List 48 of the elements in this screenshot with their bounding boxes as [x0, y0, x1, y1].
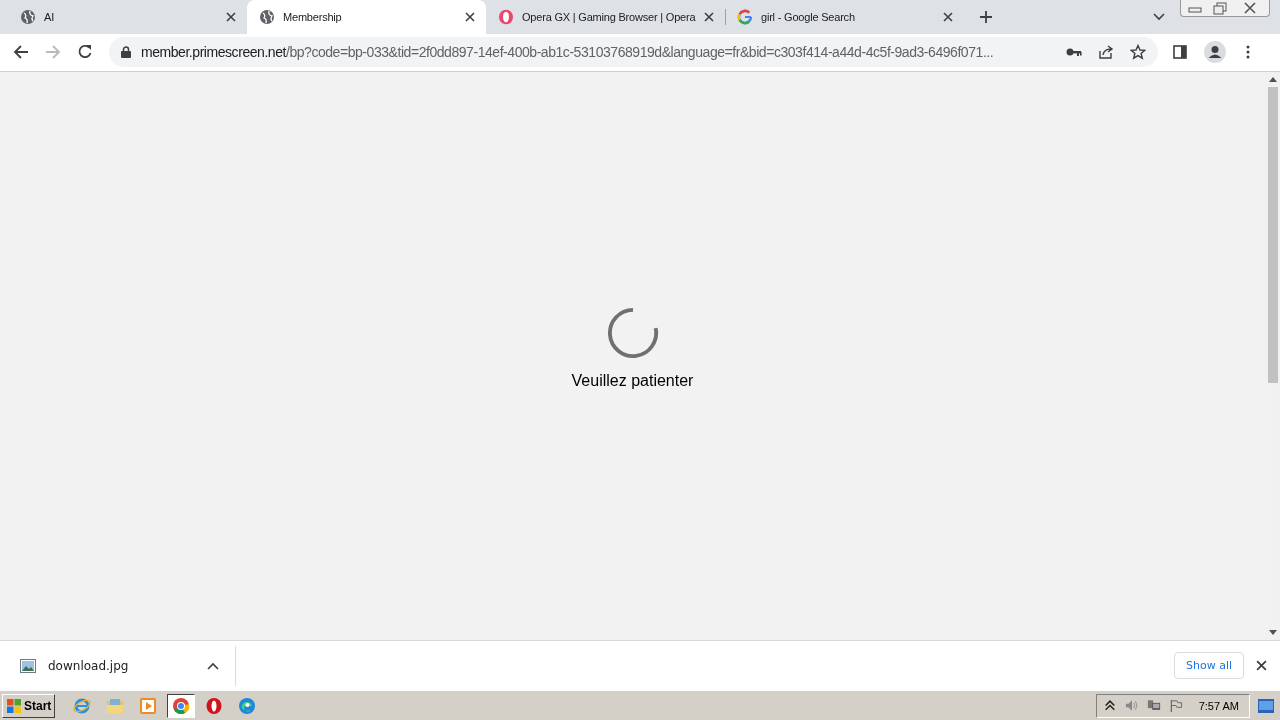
- windows-logo-icon: [6, 697, 22, 714]
- tab-title: girl - Google Search: [761, 11, 856, 23]
- tab-title: Opera GX | Gaming Browser | Opera: [522, 11, 697, 23]
- start-button[interactable]: Start: [2, 693, 56, 718]
- folder-icon: [106, 696, 125, 715]
- scroll-down-icon[interactable]: [1268, 630, 1277, 636]
- browser-e-icon: [73, 696, 92, 715]
- network-icon[interactable]: [1146, 699, 1161, 713]
- edge-icon: [238, 696, 257, 715]
- tab-title: AI: [44, 11, 55, 23]
- browser-tab[interactable]: Membership: [247, 0, 486, 34]
- show-desktop-icon[interactable]: [1258, 698, 1274, 713]
- browser-tab[interactable]: Opera GX | Gaming Browser | Opera: [486, 0, 725, 34]
- globe-icon: [20, 9, 36, 25]
- profile-icon[interactable]: [1204, 41, 1226, 64]
- browser-tab[interactable]: AI: [8, 0, 247, 34]
- share-icon[interactable]: [1098, 44, 1114, 61]
- loading-message: Veuillez patienter: [571, 371, 694, 390]
- clock: 7:57 AM: [1198, 699, 1239, 712]
- file-name: download.jpg: [48, 658, 130, 673]
- tab-title: Membership: [283, 11, 343, 23]
- url-text: member.primescreen.net/bp?code=bp-033&tid=2f0dd897-14ef-400b-ab1c-53103768919d&language=fr&bid=c303f414-a44d-4c5f-9ad3-6496f071...: [141, 44, 995, 61]
- image-file-icon: [20, 658, 36, 673]
- window-controls[interactable]: [1180, 0, 1270, 17]
- media-player-icon: [139, 696, 158, 715]
- globe-icon: [259, 9, 275, 25]
- chevron-down-icon[interactable]: [1153, 13, 1165, 21]
- reload-icon[interactable]: [77, 44, 93, 61]
- download-item[interactable]: download.jpg: [0, 645, 236, 686]
- chevron-up-icon[interactable]: [1102, 699, 1117, 713]
- taskbar-app[interactable]: [167, 693, 196, 718]
- browser-tab[interactable]: girl - Google Search: [725, 0, 964, 34]
- chrome-icon: [172, 696, 191, 715]
- lock-icon: [121, 46, 131, 59]
- new-tab-icon[interactable]: [979, 10, 993, 24]
- back-icon[interactable]: [13, 44, 29, 61]
- show-all-button[interactable]: Show all: [1173, 652, 1244, 680]
- google-icon: [737, 9, 753, 25]
- caret-icon[interactable]: [207, 661, 219, 670]
- close-icon[interactable]: [1256, 660, 1267, 672]
- opera-icon: [498, 9, 514, 25]
- loading-spinner: [606, 306, 659, 359]
- address-bar[interactable]: member.primescreen.net/bp?code=bp-033&tid=2f0dd897-14ef-400b-ab1c-53103768919d&language=fr&bid=c303f414-a44d-4c5f-9ad3-6496f071...: [109, 37, 1158, 68]
- scroll-up-icon[interactable]: [1268, 76, 1277, 82]
- star-icon[interactable]: [1130, 44, 1146, 61]
- flag-icon[interactable]: [1168, 699, 1183, 713]
- side-panel-icon[interactable]: [1172, 44, 1188, 61]
- opera-icon: [205, 696, 224, 715]
